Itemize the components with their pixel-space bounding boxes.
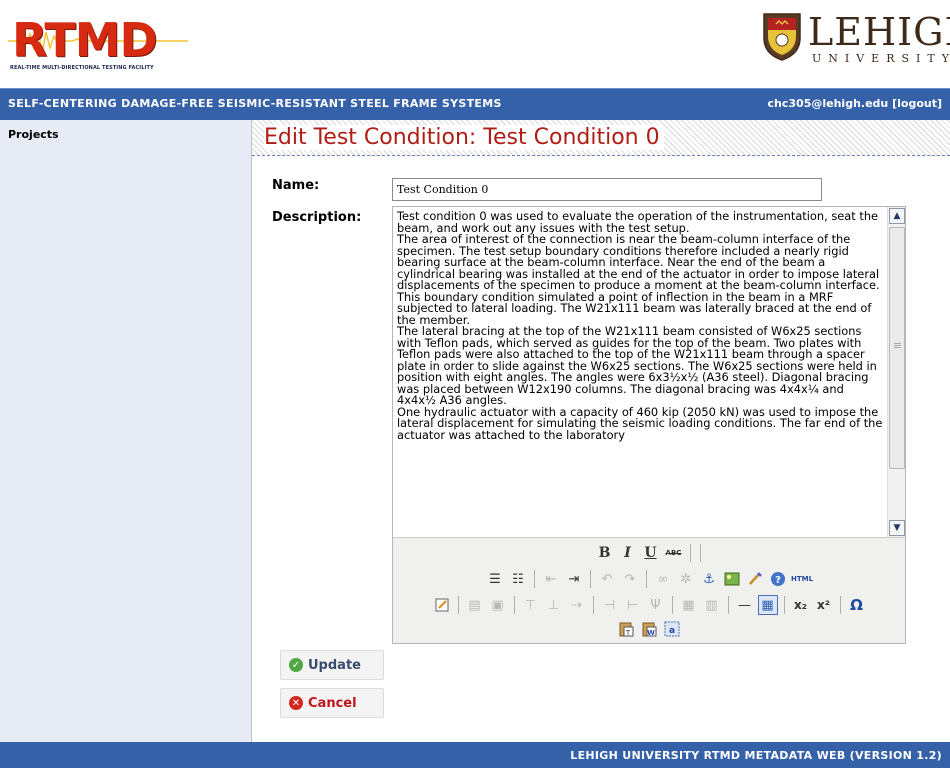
row-before-icon[interactable]: ⊤ bbox=[521, 595, 541, 615]
insert-table-icon[interactable]: ▦ bbox=[757, 595, 778, 615]
underline-button[interactable]: U bbox=[641, 543, 661, 563]
update-button[interactable]: ✓ Update bbox=[280, 650, 384, 680]
toolbar-separator bbox=[689, 544, 691, 562]
lehigh-shield-icon bbox=[763, 13, 801, 61]
indent-icon[interactable]: ⇥ bbox=[564, 569, 584, 589]
cancel-label: Cancel bbox=[308, 695, 357, 711]
undo-icon[interactable]: ↶ bbox=[597, 569, 617, 589]
editor-scrollbar[interactable]: ▲ ▼ bbox=[887, 207, 905, 537]
unlink-icon[interactable]: ✲ bbox=[676, 569, 696, 589]
delete-col-icon[interactable]: Ψ bbox=[646, 595, 666, 615]
anchor-icon[interactable]: ⚓ bbox=[699, 569, 719, 589]
description-paragraph: One hydraulic actuator with a capacity o… bbox=[397, 404, 883, 442]
toolbar-separator bbox=[589, 570, 591, 588]
toolbar-row-table: ▤ ▣ ⊤ ⊥ ⇢ ⊣ ⊢ Ψ ▦ ▥ — ▦ x₂ x² Ω bbox=[393, 594, 905, 616]
toolbar-separator bbox=[457, 596, 459, 614]
scroll-thumb[interactable] bbox=[889, 227, 905, 469]
top-bar: SELF-CENTERING DAMAGE-FREE SEISMIC-RESIS… bbox=[0, 88, 950, 120]
toolbar-row-insert: ☰ ☷ ⇤ ⇥ ↶ ↷ ∞ ✲ ⚓ ? HTML bbox=[393, 568, 905, 590]
description-text-area[interactable]: Test condition 0 was used to evaluate th… bbox=[395, 209, 885, 531]
update-label: Update bbox=[308, 657, 361, 673]
footer-text: LEHIGH UNIVERSITY RTMD METADATA WEB (VER… bbox=[570, 749, 942, 762]
scroll-up-icon[interactable]: ▲ bbox=[889, 208, 905, 224]
name-label: Name: bbox=[272, 178, 320, 193]
university-name: LEHIGH bbox=[808, 10, 950, 54]
project-title: SELF-CENTERING DAMAGE-FREE SEISMIC-RESIS… bbox=[8, 97, 502, 110]
toolbar-row-paste: T W a bbox=[393, 618, 905, 640]
toolbar-separator bbox=[533, 570, 535, 588]
toolbar-separator bbox=[513, 596, 515, 614]
university-sub: UNIVERSITY bbox=[812, 52, 950, 65]
strikethrough-button[interactable]: ABC bbox=[664, 543, 684, 563]
toolbar-separator bbox=[727, 596, 729, 614]
bold-button[interactable]: B bbox=[595, 543, 615, 563]
main-content: Edit Test Condition: Test Condition 0 Na… bbox=[252, 120, 950, 742]
header: RTMD REAL-TIME MULTI-DIRECTIONAL TESTING… bbox=[0, 0, 950, 88]
subscript-button[interactable]: x₂ bbox=[791, 595, 811, 615]
logout-link[interactable]: [logout] bbox=[892, 97, 942, 110]
select-all-icon[interactable]: a bbox=[662, 619, 682, 639]
merge-cells-icon[interactable]: ▦ bbox=[679, 595, 699, 615]
table-props-icon[interactable]: ▤ bbox=[465, 595, 485, 615]
help-icon[interactable]: ? bbox=[768, 569, 788, 589]
paste-text-icon[interactable]: T bbox=[616, 619, 636, 639]
redo-icon[interactable]: ↷ bbox=[620, 569, 640, 589]
special-char-button[interactable]: Ω bbox=[847, 595, 867, 615]
toolbar-separator bbox=[699, 544, 701, 562]
page-title-bar: Edit Test Condition: Test Condition 0 bbox=[252, 120, 950, 156]
toolbar-separator bbox=[671, 596, 673, 614]
scroll-down-icon[interactable]: ▼ bbox=[889, 520, 905, 536]
cancel-x-icon: ✕ bbox=[289, 696, 303, 710]
image-icon[interactable] bbox=[722, 569, 742, 589]
toolbar-separator bbox=[783, 596, 785, 614]
cell-props-icon[interactable]: ▣ bbox=[488, 595, 508, 615]
description-paragraph: The lateral bracing at the top of the W2… bbox=[397, 324, 877, 407]
italic-button[interactable]: I bbox=[618, 543, 638, 563]
col-after-icon[interactable]: ⊢ bbox=[623, 595, 643, 615]
page-title: Edit Test Condition: Test Condition 0 bbox=[264, 125, 664, 150]
horizontal-rule-icon[interactable]: — bbox=[735, 595, 755, 615]
col-before-icon[interactable]: ⊣ bbox=[600, 595, 620, 615]
delete-row-icon[interactable]: ⇢ bbox=[567, 595, 587, 615]
description-editor[interactable]: Test condition 0 was used to evaluate th… bbox=[392, 206, 906, 644]
sidebar-item-projects[interactable]: Projects bbox=[8, 128, 59, 141]
svg-text:?: ? bbox=[775, 575, 781, 586]
footer: LEHIGH UNIVERSITY RTMD METADATA WEB (VER… bbox=[0, 742, 950, 768]
toolbar-separator bbox=[592, 596, 594, 614]
numbered-list-icon[interactable]: ☷ bbox=[508, 569, 528, 589]
cancel-button[interactable]: ✕ Cancel bbox=[280, 688, 384, 718]
paste-word-icon[interactable]: W bbox=[639, 619, 659, 639]
toolbar-separator bbox=[839, 596, 841, 614]
editor-toolbar: B I U ABC ☰ ☷ ⇤ ⇥ ↶ ↷ ∞ ✲ ⚓ ? HTML ▤ ▣ ⊤… bbox=[393, 537, 905, 643]
outdent-icon[interactable]: ⇤ bbox=[541, 569, 561, 589]
superscript-button[interactable]: x² bbox=[814, 595, 834, 615]
description-paragraph: Test condition 0 was used to evaluate th… bbox=[397, 209, 879, 235]
description-paragraph: The area of interest of the connection i… bbox=[397, 232, 880, 327]
user-info: chc305@lehigh.edu [logout] bbox=[768, 97, 942, 110]
lehigh-logo[interactable]: LEHIGH UNIVERSITY bbox=[762, 12, 950, 72]
row-after-icon[interactable]: ⊥ bbox=[544, 595, 564, 615]
bullet-list-icon[interactable]: ☰ bbox=[485, 569, 505, 589]
link-icon[interactable]: ∞ bbox=[653, 569, 673, 589]
logo-text: RTMD bbox=[12, 13, 158, 67]
description-label: Description: bbox=[272, 210, 362, 225]
name-field[interactable] bbox=[392, 178, 822, 201]
edit-icon[interactable] bbox=[432, 595, 452, 615]
toolbar-row-format: B I U ABC bbox=[393, 542, 905, 564]
html-source-button[interactable]: HTML bbox=[791, 569, 813, 589]
svg-text:T: T bbox=[625, 629, 631, 637]
user-email: chc305@lehigh.edu bbox=[767, 97, 889, 110]
split-cells-icon[interactable]: ▥ bbox=[702, 595, 722, 615]
toolbar-separator bbox=[645, 570, 647, 588]
logo-subtitle: REAL-TIME MULTI-DIRECTIONAL TESTING FACI… bbox=[10, 65, 154, 71]
svg-text:a: a bbox=[669, 626, 675, 636]
sidebar: Projects bbox=[0, 120, 252, 742]
svg-text:W: W bbox=[647, 629, 655, 637]
cleanup-icon[interactable] bbox=[745, 569, 765, 589]
rtmd-logo[interactable]: RTMD REAL-TIME MULTI-DIRECTIONAL TESTING… bbox=[8, 14, 188, 76]
check-icon: ✓ bbox=[289, 658, 303, 672]
